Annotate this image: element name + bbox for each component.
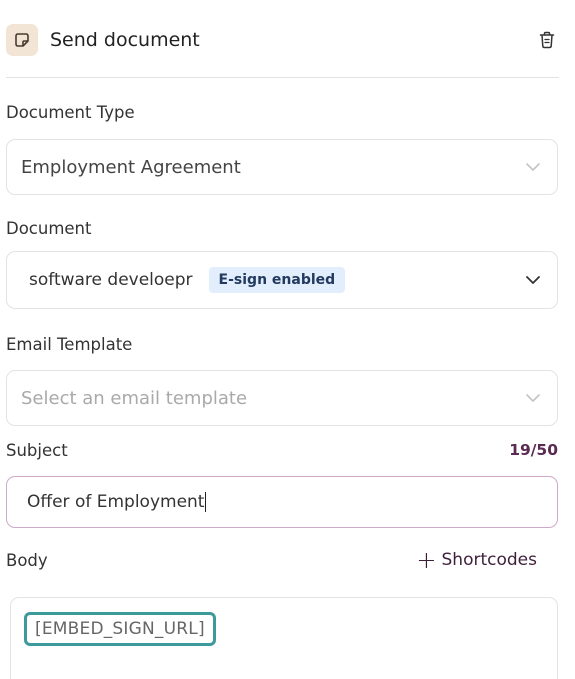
document-select[interactable]: software develoepr E-sign enabled xyxy=(6,251,558,309)
shortcodes-label: Shortcodes xyxy=(441,550,537,570)
chevron-down-icon xyxy=(525,272,541,288)
esign-badge: E-sign enabled xyxy=(208,267,346,293)
subject-value: Offer of Employment xyxy=(27,492,205,512)
body-editor[interactable]: [EMBED_SIGN_URL] xyxy=(10,597,558,679)
panel-header: Send document xyxy=(6,22,557,58)
document-value: software develoepr xyxy=(29,270,193,290)
subject-label: Subject xyxy=(6,441,68,460)
shortcodes-button[interactable]: + Shortcodes xyxy=(416,546,537,574)
document-type-value: Employment Agreement xyxy=(21,156,241,178)
subject-input[interactable]: Offer of Employment xyxy=(6,476,558,528)
panel-title: Send document xyxy=(50,29,200,51)
email-template-label: Email Template xyxy=(6,335,133,354)
send-document-panel: Send document Document Type Employment A… xyxy=(0,0,575,679)
email-template-select[interactable]: Select an email template xyxy=(6,370,558,426)
body-label: Body xyxy=(6,551,48,570)
document-fold-icon xyxy=(6,24,38,56)
chevron-down-icon xyxy=(525,390,541,406)
document-type-select[interactable]: Employment Agreement xyxy=(6,139,558,195)
text-caret xyxy=(205,492,207,512)
plus-icon: + xyxy=(416,546,437,574)
trash-icon[interactable] xyxy=(537,30,557,50)
header-divider xyxy=(6,77,559,78)
document-label: Document xyxy=(6,219,92,238)
email-template-placeholder: Select an email template xyxy=(21,387,248,409)
chevron-down-icon xyxy=(525,159,541,175)
document-type-label: Document Type xyxy=(6,103,135,122)
embed-sign-url-token[interactable]: [EMBED_SIGN_URL] xyxy=(24,612,216,646)
subject-char-counter: 19/50 xyxy=(509,441,558,459)
